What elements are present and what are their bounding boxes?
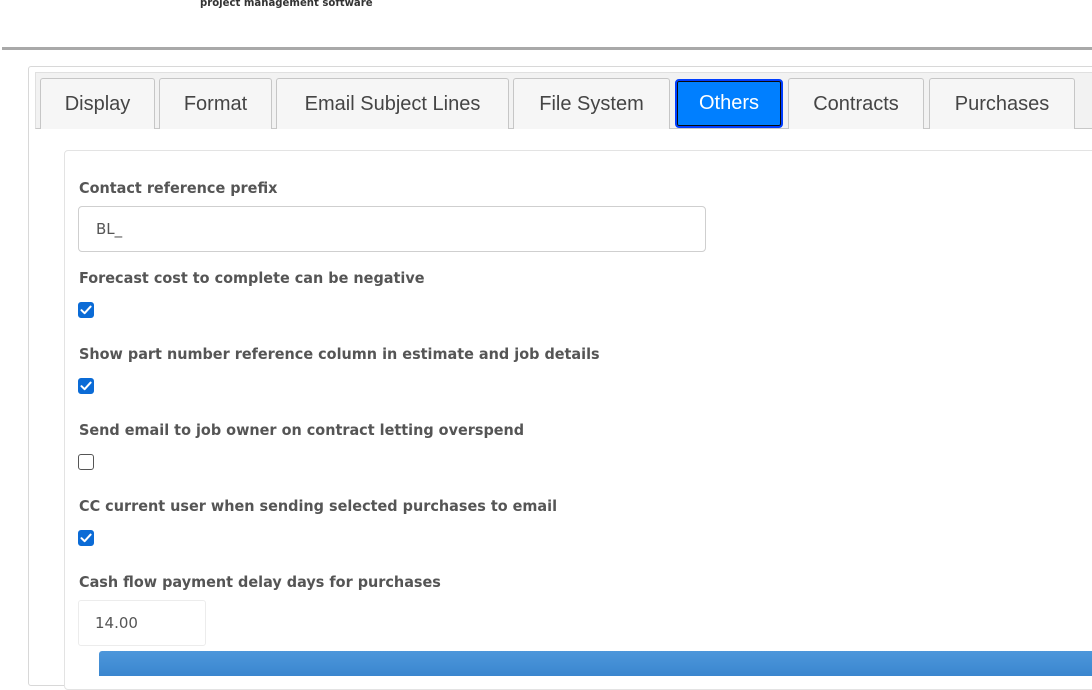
checkmark-icon bbox=[80, 381, 92, 391]
tab-others[interactable]: Others bbox=[675, 79, 783, 128]
tab-format[interactable]: Format bbox=[159, 78, 272, 129]
cash-flow-delay-input[interactable] bbox=[78, 600, 206, 646]
show-part-number-label: Show part number reference column in est… bbox=[79, 345, 600, 363]
cc-current-user-label: CC current user when sending selected pu… bbox=[79, 497, 558, 515]
forecast-negative-label: Forecast cost to complete can be negativ… bbox=[79, 269, 425, 287]
contact-prefix-label: Contact reference prefix bbox=[79, 179, 278, 197]
cc-current-user-checkbox[interactable] bbox=[78, 530, 94, 546]
tab-contracts[interactable]: Contracts bbox=[788, 78, 924, 129]
contact-prefix-input[interactable] bbox=[78, 206, 706, 252]
forecast-negative-checkbox[interactable] bbox=[78, 302, 94, 318]
tab-file-system[interactable]: File System bbox=[513, 78, 670, 129]
save-button-bar[interactable] bbox=[99, 651, 1092, 676]
email-overspend-checkbox[interactable] bbox=[78, 454, 94, 470]
cash-flow-delay-label: Cash flow payment delay days for purchas… bbox=[79, 573, 441, 591]
brand-tagline: project management software bbox=[200, 0, 373, 9]
tab-email-subject-lines[interactable]: Email Subject Lines bbox=[276, 78, 509, 129]
tab-purchases[interactable]: Purchases bbox=[929, 78, 1075, 129]
show-part-number-checkbox[interactable] bbox=[78, 378, 94, 394]
tab-display[interactable]: Display bbox=[40, 78, 155, 129]
checkmark-icon bbox=[80, 305, 92, 315]
email-overspend-label: Send email to job owner on contract lett… bbox=[79, 421, 525, 439]
checkmark-icon bbox=[80, 533, 92, 543]
header-divider bbox=[2, 47, 1092, 50]
